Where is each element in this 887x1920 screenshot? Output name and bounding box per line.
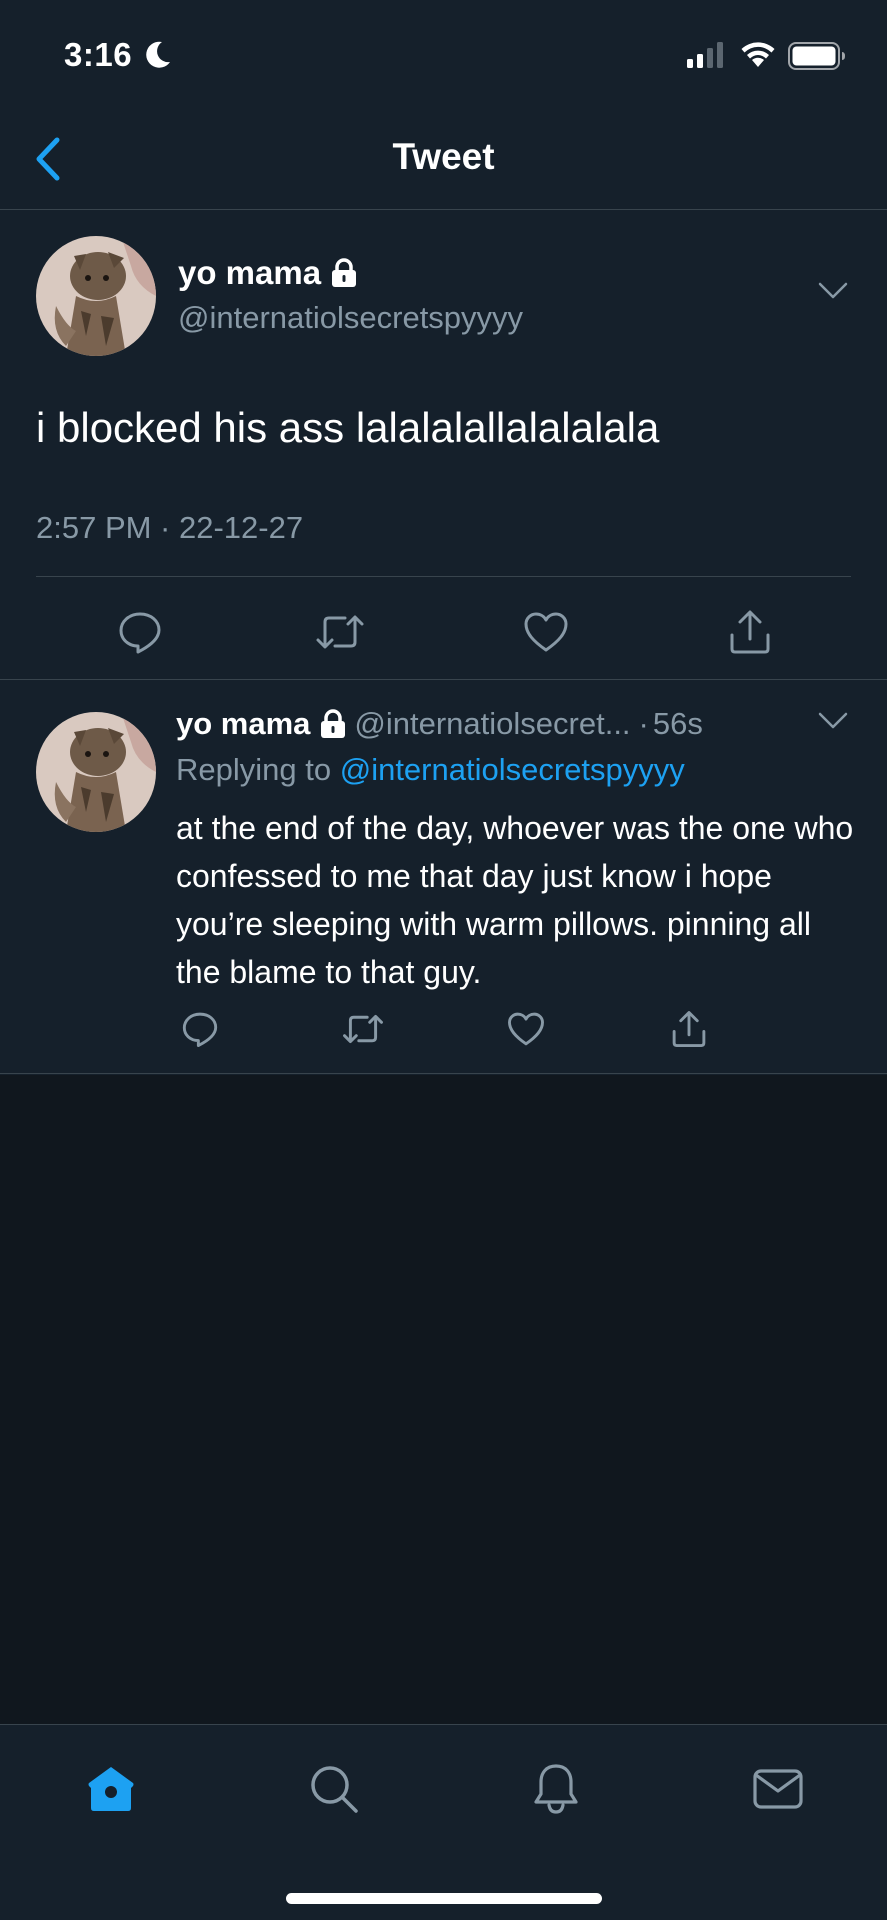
like-icon	[524, 612, 568, 652]
share-button[interactable]	[659, 1004, 719, 1054]
retweet-button[interactable]	[333, 1004, 393, 1054]
share-button[interactable]	[720, 602, 780, 662]
lock-icon	[332, 258, 357, 287]
display-name[interactable]: yo mama	[176, 706, 310, 742]
reply-button[interactable]	[170, 1004, 230, 1054]
reply-icon	[119, 612, 161, 654]
tab-bar	[0, 1724, 887, 1920]
main-tweet: yo mama @internatiolsecretspyyyy i block…	[0, 212, 887, 680]
divider	[36, 576, 851, 577]
like-button[interactable]	[516, 602, 576, 662]
tweet-timestamp: 2:57 PM · 22-12-27	[36, 510, 304, 545]
messages-icon	[753, 1769, 803, 1809]
handle[interactable]: @internatiolsecretspyyyy	[178, 300, 523, 336]
status-bar: 3:16	[0, 0, 887, 110]
avatar[interactable]	[36, 236, 156, 356]
replying-prefix: Replying to	[176, 752, 332, 787]
tweet-actions	[0, 1004, 887, 1054]
tweet-actions	[0, 602, 887, 662]
reply-timestamp: 56s	[652, 706, 703, 741]
home-indicator[interactable]	[286, 1893, 602, 1904]
replying-to-link[interactable]: @internatiolsecretspyyyy	[340, 752, 685, 787]
like-button[interactable]	[496, 1004, 556, 1054]
reply-button[interactable]	[110, 602, 170, 662]
avatar[interactable]	[36, 712, 156, 832]
status-time: 3:16	[64, 36, 133, 73]
separator-dot: ·	[638, 706, 649, 741]
tab-search[interactable]	[304, 1759, 364, 1819]
chevron-down-icon[interactable]	[818, 282, 848, 305]
handle[interactable]: @internatiolsecret...	[354, 706, 630, 742]
empty-content-area	[0, 1075, 887, 1725]
reply-tweet[interactable]: yo mama @internatiolsecret... · 56s Repl…	[0, 682, 887, 1074]
retweet-button[interactable]	[310, 602, 370, 662]
share-icon	[672, 1011, 706, 1047]
reply-icon	[182, 1012, 218, 1047]
home-icon	[88, 1767, 134, 1811]
display-name[interactable]: yo mama	[178, 254, 357, 292]
tweet-text: at the end of the day, whoever was the o…	[176, 810, 854, 990]
page-title: Tweet	[392, 136, 495, 177]
lock-icon	[320, 709, 346, 739]
retweet-icon	[343, 1014, 383, 1044]
signal-icon	[687, 42, 725, 73]
nav-bar: Tweet	[0, 110, 887, 210]
chevron-down-icon[interactable]	[818, 712, 848, 735]
wifi-icon	[740, 40, 776, 73]
replying-to: Replying to @internatiolsecretspyyyy	[176, 752, 685, 788]
tweet-text: i blocked his ass lalalalallalalalala	[36, 404, 660, 451]
tab-home[interactable]	[81, 1759, 141, 1819]
search-icon	[311, 1766, 358, 1813]
notifications-icon	[534, 1764, 578, 1814]
tab-messages[interactable]	[748, 1759, 808, 1819]
display-name-text: yo mama	[178, 254, 322, 291]
reply-header: yo mama @internatiolsecret... · 56s	[176, 706, 703, 742]
battery-icon	[788, 42, 846, 75]
share-icon	[730, 610, 770, 654]
tab-notifications[interactable]	[526, 1759, 586, 1819]
retweet-icon	[316, 615, 364, 649]
like-icon	[508, 1012, 544, 1046]
moon-icon	[144, 40, 172, 75]
